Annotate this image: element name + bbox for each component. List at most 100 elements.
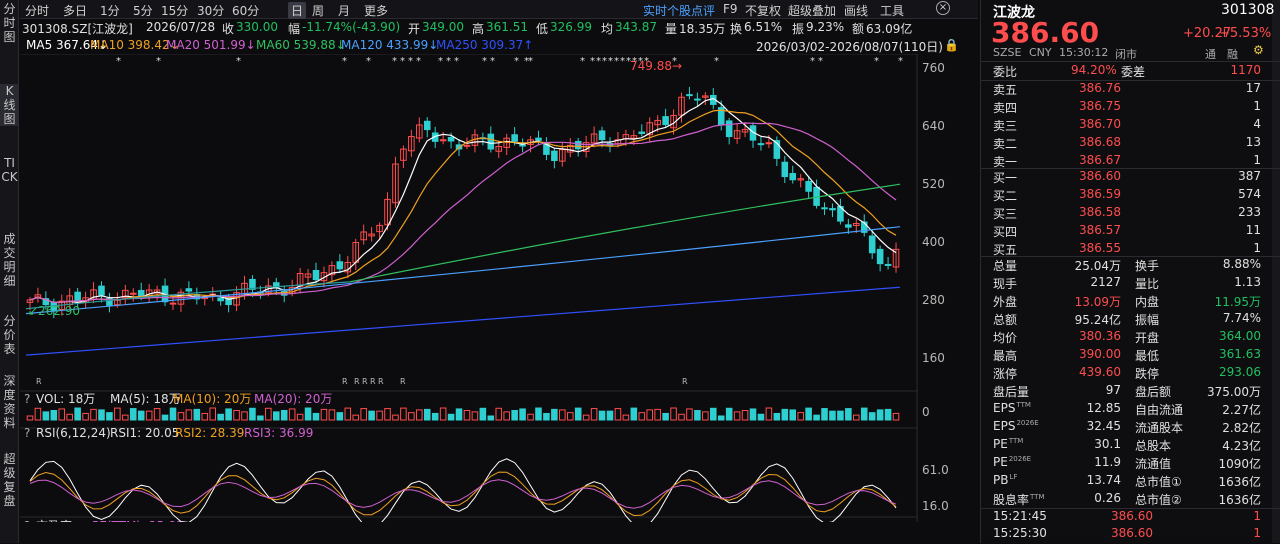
star-marker: * bbox=[438, 56, 443, 67]
order-ratio-row-cell-1: 94.20% bbox=[1071, 63, 1117, 77]
bid-row-0-cell-1: 386.60 bbox=[1079, 169, 1121, 183]
period-tab-3[interactable]: 5分 bbox=[133, 2, 153, 19]
star-marker: * bbox=[596, 56, 601, 67]
period-tab-5[interactable]: 30分 bbox=[197, 2, 224, 19]
ask-row-4-cell-1: 386.67 bbox=[1079, 153, 1121, 167]
stat-row-3-cell-2: 振幅 bbox=[1135, 313, 1160, 327]
stat-row-5-cell-2: 最低 bbox=[1135, 349, 1160, 363]
vol-bar bbox=[193, 408, 201, 421]
vtab-6[interactable]: 超级复盘 bbox=[0, 452, 19, 508]
close-icon[interactable]: × bbox=[936, 1, 950, 15]
candle-body bbox=[336, 261, 344, 270]
star-marker: * bbox=[626, 56, 631, 67]
star-marker: * bbox=[392, 56, 397, 67]
vtab-4[interactable]: 分价表 bbox=[0, 314, 19, 356]
divider bbox=[981, 61, 1280, 62]
star-marker: * bbox=[116, 56, 121, 67]
stat-row-8-cell-0: EPSTTM bbox=[993, 401, 1031, 415]
bid-row-2: 买三 386.58 233 bbox=[993, 205, 1261, 223]
candle-body bbox=[217, 297, 224, 302]
vtab-2[interactable]: TICK bbox=[0, 156, 19, 184]
stat-row-10-cell-1: 30.1 bbox=[1094, 437, 1121, 451]
info-field-17: 6.51% bbox=[744, 20, 783, 34]
gear-icon[interactable]: ⚙ bbox=[1253, 43, 1264, 57]
pe-ttm-label: PE(TTM): 25.68 bbox=[92, 519, 183, 522]
tick-row-0-cell-0: 15:21:45 bbox=[993, 509, 1047, 523]
info-field-20: 额 bbox=[852, 22, 865, 36]
period-tab-6[interactable]: 60分 bbox=[232, 2, 259, 19]
order-ratio-row: 委比 94.20% 委差 1170 bbox=[993, 63, 1261, 81]
stat-row-0-cell-3: 8.88% bbox=[1222, 257, 1261, 271]
ask-row-4-cell-2: 1 bbox=[1253, 153, 1261, 167]
stat-row-7: 盘后量 97 盘后额 375.00万 bbox=[993, 383, 1261, 401]
ma-legend-3: MA60 539.88↓ bbox=[256, 38, 346, 52]
stat-row-11-cell-3: 1090亿 bbox=[1218, 457, 1261, 471]
star-marker: * bbox=[714, 56, 719, 67]
toolbar-right-0[interactable]: 实时个股点评 bbox=[643, 2, 715, 19]
period-tab-9[interactable]: 月 bbox=[338, 2, 350, 19]
info-field-11: 326.99 bbox=[550, 20, 592, 34]
vol-bar bbox=[749, 408, 757, 421]
vtab-3[interactable]: 成交明细 bbox=[0, 232, 19, 288]
tick-row-1-cell-1: 386.60 bbox=[1111, 526, 1153, 540]
period-tab-2[interactable]: 1分 bbox=[100, 2, 120, 19]
kline-chart[interactable]: 749.88→↙262.90* * * * * * * * * * * * * * * * * * * * * * * * * *… bbox=[20, 54, 918, 522]
period-tab-1[interactable]: 多日 bbox=[63, 2, 87, 19]
stat-row-4-cell-0: 均价 bbox=[993, 331, 1018, 345]
period-tab-10[interactable]: 更多 bbox=[364, 2, 388, 19]
vol-bar bbox=[257, 415, 264, 421]
bid-row-2-cell-1: 386.58 bbox=[1079, 205, 1121, 219]
candle-body bbox=[845, 224, 852, 228]
toolbar-right-1[interactable]: F9 bbox=[723, 2, 738, 16]
stat-row-9-cell-0: EPS2026E bbox=[993, 419, 1039, 433]
candle-body bbox=[169, 302, 177, 305]
stat-sup-11: 2026E bbox=[1008, 455, 1032, 463]
info-field-7: 349.00 bbox=[422, 20, 464, 34]
stat-row-3-cell-3: 7.74% bbox=[1222, 311, 1261, 325]
info-field-3: 330.00 bbox=[236, 20, 278, 34]
star-marker: * bbox=[342, 56, 347, 67]
ask-row-1-cell-2: 1 bbox=[1253, 99, 1261, 113]
period-tab-7[interactable]: 日 bbox=[288, 2, 307, 19]
toolbar-right-3[interactable]: 超级叠加 bbox=[788, 2, 836, 19]
star-marker: * bbox=[366, 56, 371, 67]
info-field-18: 振 bbox=[792, 22, 805, 36]
info-field-15: 18.35万 bbox=[679, 22, 726, 36]
toolbar-right-5[interactable]: 工具 bbox=[880, 2, 904, 19]
candle-body bbox=[829, 208, 836, 211]
tick-row-0-cell-1: 386.60 bbox=[1111, 509, 1153, 523]
stat-row-2-cell-3: 11.95万 bbox=[1214, 295, 1261, 309]
vtab-0[interactable]: 分时图 bbox=[0, 2, 19, 44]
stat-row-13: 股息率TTM 0.26 总市值② 1636亿 bbox=[993, 491, 1261, 509]
info-field-21: 63.09亿 bbox=[866, 22, 913, 36]
rsi-label: RSI(6,12,24) bbox=[36, 426, 111, 440]
stat-sup-13: TTM bbox=[1030, 493, 1045, 501]
stat-row-1-cell-2: 量比 bbox=[1135, 277, 1160, 291]
period-tab-4[interactable]: 15分 bbox=[161, 2, 188, 19]
r-marker: R bbox=[36, 377, 42, 386]
price-axis: 760 640 520 400 280 160 0 61.0 16.0 bbox=[918, 54, 978, 522]
stat-row-12: PBLF 13.74 总市值① 1636亿 bbox=[993, 473, 1261, 491]
toolbar-right-4[interactable]: 画线 bbox=[844, 2, 868, 19]
candle-body bbox=[662, 116, 669, 126]
period-tab-8[interactable]: 周 bbox=[312, 2, 324, 19]
toolbar-right-2[interactable]: 不复权 bbox=[745, 2, 781, 19]
candle-body bbox=[884, 263, 892, 266]
lock-icon[interactable]: 🔒 bbox=[944, 38, 959, 52]
stat-row-11-cell-1: 11.9 bbox=[1094, 455, 1121, 469]
scrollbar[interactable] bbox=[1272, 0, 1280, 543]
low-annotation: ↙262.90 bbox=[28, 304, 80, 318]
vtab-5[interactable]: 深度资料 bbox=[0, 374, 19, 430]
period-tab-0[interactable]: 分时 bbox=[25, 2, 49, 19]
stat-row-13-cell-1: 0.26 bbox=[1094, 491, 1121, 505]
candle-body bbox=[185, 288, 193, 292]
stat-sup-8: TTM bbox=[1016, 401, 1031, 409]
vol-bar bbox=[169, 407, 177, 421]
vol-label: VOL: 18万 bbox=[36, 392, 95, 406]
ask-row-0-cell-1: 386.76 bbox=[1079, 81, 1121, 95]
stat-row-0-cell-0: 总量 bbox=[993, 259, 1018, 273]
bid-row-1-cell-2: 574 bbox=[1238, 187, 1261, 201]
vtab-1[interactable]: K线图 bbox=[0, 84, 19, 126]
stat-row-11: PE2026E 11.9 流通值 1090亿 bbox=[993, 455, 1261, 473]
vol-help-icon: ? bbox=[24, 392, 30, 406]
